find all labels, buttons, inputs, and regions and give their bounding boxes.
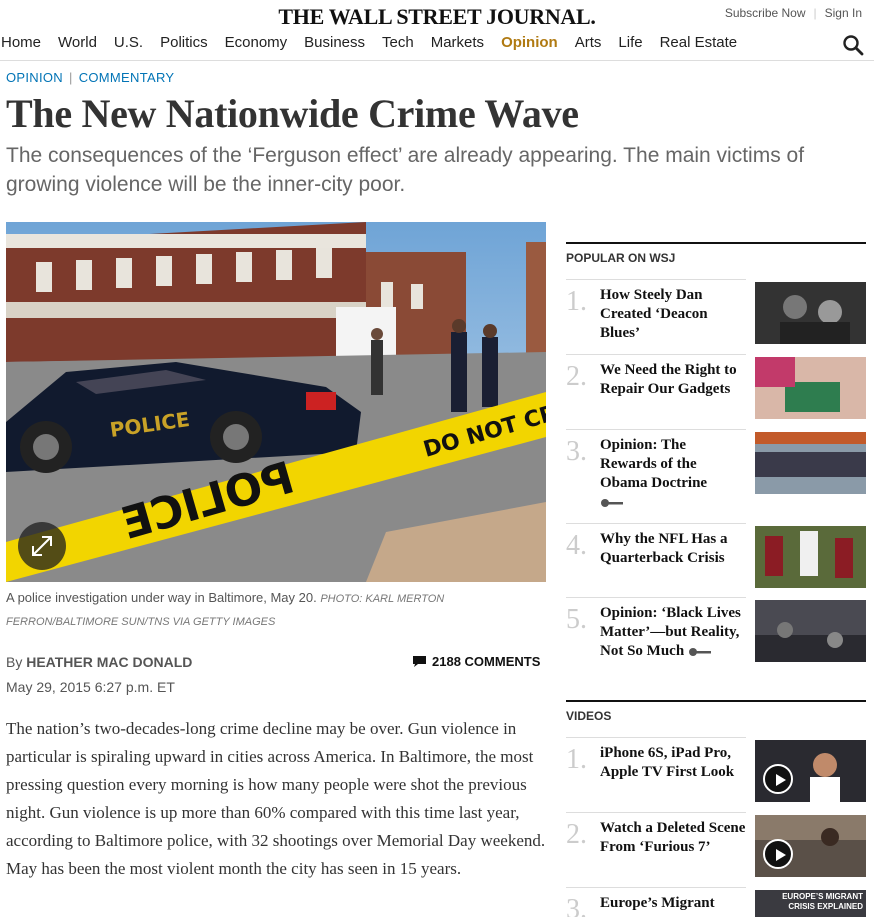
video-thumbnail[interactable] (755, 740, 866, 802)
item-title[interactable]: Opinion: ‘Black Lives Matter’—but Realit… (600, 604, 746, 661)
video-thumbnail[interactable] (755, 815, 866, 877)
caption-text: A police investigation under way in Balt… (6, 590, 317, 605)
account-separator: | (813, 6, 817, 20)
list-divider (566, 429, 746, 430)
search-icon[interactable] (842, 34, 864, 56)
list-divider (566, 523, 746, 524)
nav-item-tech[interactable]: Tech (382, 34, 414, 58)
flag-separator: | (69, 70, 73, 85)
item-rank: 2. (566, 819, 587, 850)
nav-item-arts[interactable]: Arts (575, 34, 602, 58)
list-divider (566, 812, 746, 813)
list-divider (566, 279, 746, 280)
list-divider (566, 354, 746, 355)
subscriber-key-icon (688, 647, 711, 656)
videos-top-rule (566, 700, 866, 702)
comments-link[interactable]: 2188 COMMENTS (412, 654, 540, 669)
list-divider (566, 597, 746, 598)
thumbnail-image (755, 526, 866, 588)
play-icon[interactable] (763, 764, 793, 794)
videos-heading: VIDEOS (566, 709, 612, 723)
nav-item-economy[interactable]: Economy (225, 34, 288, 58)
expand-photo-button[interactable] (18, 522, 66, 570)
video-thumbnail[interactable]: EUROPE’S MIGRANT CRISIS EXPLAINED (755, 890, 866, 917)
item-title[interactable]: Watch a Deleted Scene From ‘Furious 7’ (600, 819, 746, 857)
nav-item-home[interactable]: Home (1, 34, 41, 58)
section-flag: OPINION | COMMENTARY (6, 70, 174, 85)
item-rank: 1. (566, 744, 587, 775)
item-thumbnail[interactable] (755, 600, 866, 662)
item-rank: 5. (566, 604, 587, 635)
item-title[interactable]: We Need the Right to Repair Our Gadgets (600, 361, 746, 399)
item-title-text: Opinion: The Rewards of the Obama Doctri… (600, 437, 708, 491)
account-links: Subscribe Now | Sign In (725, 6, 862, 20)
lead-photo[interactable]: POLICE POLICE DO NOT CROSS (6, 222, 546, 582)
popular-heading: POPULAR ON WSJ (566, 251, 676, 265)
nav-item-world[interactable]: World (58, 34, 97, 58)
lead-photo-illustration: POLICE POLICE DO NOT CROSS (6, 222, 546, 582)
article-headline: The New Nationwide Crime Wave (6, 91, 579, 136)
signin-link[interactable]: Sign In (825, 6, 862, 20)
item-rank: 3. (566, 436, 587, 467)
video-thumbnail-label: EUROPE’S MIGRANT CRISIS EXPLAINED (782, 892, 863, 911)
expand-icon (32, 536, 52, 556)
item-title[interactable]: How Steely Dan Created ‘Deacon Blues’ (600, 286, 746, 343)
item-title[interactable]: Opinion: The Rewards of the Obama Doctri… (600, 436, 746, 512)
item-title[interactable]: Europe’s Migrant (600, 894, 746, 913)
comments-count: 2188 COMMENTS (432, 654, 541, 669)
main-nav: Home World U.S. Politics Economy Busines… (0, 34, 874, 58)
thumbnail-image (755, 357, 866, 419)
nav-divider (0, 60, 874, 61)
nav-item-life[interactable]: Life (618, 34, 642, 58)
byline: By HEATHER MAC DONALD (6, 654, 192, 670)
thumbnail-image (755, 432, 866, 494)
nav-item-real-estate[interactable]: Real Estate (660, 34, 738, 58)
thumbnail-image (755, 600, 866, 662)
nav-item-us[interactable]: U.S. (114, 34, 143, 58)
play-icon[interactable] (763, 839, 793, 869)
popular-top-rule (566, 242, 866, 244)
thumbnail-image (755, 282, 866, 344)
subscribe-link[interactable]: Subscribe Now (725, 6, 806, 20)
item-rank: 1. (566, 286, 587, 317)
item-rank: 4. (566, 530, 587, 561)
sidebar: POPULAR ON WSJ (566, 242, 866, 265)
nav-item-politics[interactable]: Politics (160, 34, 208, 58)
videos-section: VIDEOS (566, 700, 866, 723)
item-rank: 3. (566, 894, 587, 917)
author-name[interactable]: HEATHER MAC DONALD (26, 654, 192, 670)
list-divider (566, 887, 746, 888)
item-rank: 2. (566, 361, 587, 392)
nav-item-opinion[interactable]: Opinion (501, 34, 558, 58)
section-link-opinion[interactable]: OPINION (6, 70, 63, 85)
section-link-commentary[interactable]: COMMENTARY (79, 70, 175, 85)
subscriber-key-icon (601, 498, 623, 507)
article-body: The nation’s two-decades-long crime decl… (6, 719, 546, 878)
nav-item-business[interactable]: Business (304, 34, 365, 58)
item-title[interactable]: Why the NFL Has a Quarterback Crisis (600, 530, 746, 568)
item-thumbnail[interactable] (755, 432, 866, 494)
item-title[interactable]: iPhone 6S, iPad Pro, Apple TV First Look (600, 744, 746, 782)
byline-prefix: By (6, 654, 23, 670)
item-thumbnail[interactable] (755, 282, 866, 344)
nav-item-markets[interactable]: Markets (431, 34, 484, 58)
item-title-text: Opinion: ‘Black Lives Matter’—but Realit… (600, 605, 741, 659)
item-thumbnail[interactable] (755, 526, 866, 588)
list-divider (566, 737, 746, 738)
article-dek: The consequences of the ‘Ferguson effect… (6, 144, 805, 196)
article-timestamp: May 29, 2015 6:27 p.m. ET (6, 679, 175, 695)
comment-bubble-icon (413, 656, 426, 667)
photo-caption: A police investigation under way in Balt… (6, 587, 546, 633)
item-thumbnail[interactable] (755, 357, 866, 419)
